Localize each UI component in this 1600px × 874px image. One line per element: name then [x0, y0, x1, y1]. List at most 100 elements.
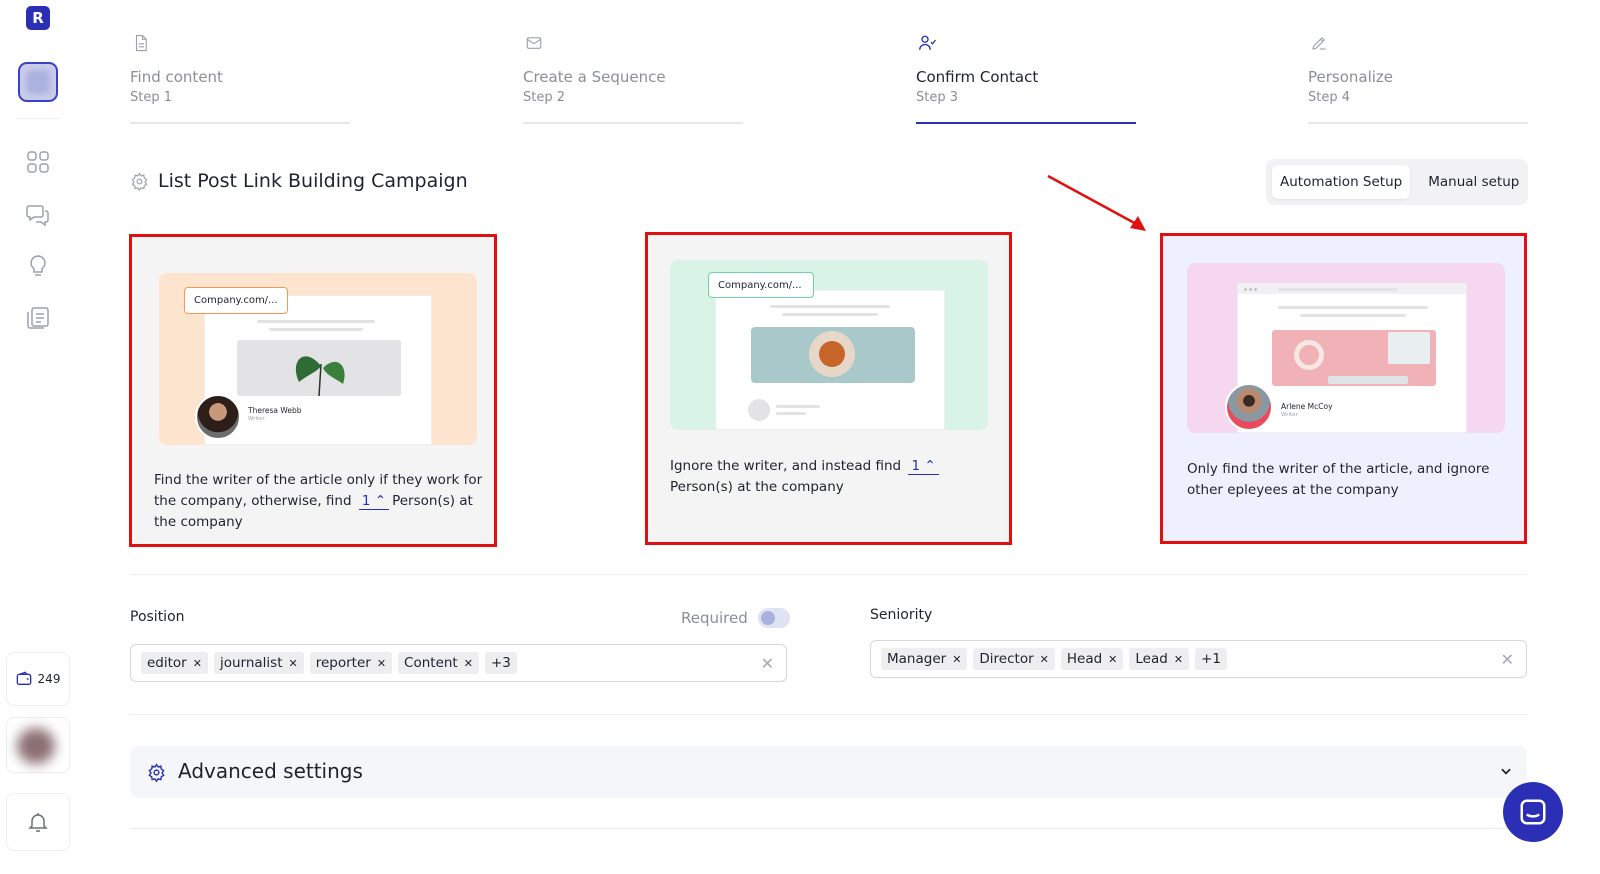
url-chip: Company.com/...	[708, 272, 814, 298]
user-avatar[interactable]	[6, 717, 70, 773]
sidebar-divider	[16, 118, 60, 119]
clear-icon[interactable]: ✕	[1501, 650, 1514, 669]
step-number: Step 4	[1308, 90, 1351, 105]
more-tags-badge[interactable]: +1	[1195, 648, 1227, 670]
remove-tag-icon[interactable]: ✕	[464, 657, 473, 670]
remove-tag-icon[interactable]: ✕	[952, 653, 961, 666]
person-count-stepper[interactable]: 1 ⌃	[908, 458, 939, 475]
position-tag-input[interactable]: editor ✕ journalist ✕ reporter ✕ Content ✕ +…	[130, 644, 787, 682]
position-tag[interactable]: journalist ✕	[213, 652, 304, 674]
person-count: 1	[911, 458, 921, 474]
person-name: Theresa Webb	[248, 406, 302, 415]
plant-icon	[295, 356, 345, 396]
annotation-arrow	[1047, 174, 1146, 231]
section-divider	[130, 714, 1527, 715]
step-confirm-contact[interactable]: Confirm Contact Step 3	[916, 30, 1136, 124]
remove-tag-icon[interactable]: ✕	[377, 657, 386, 670]
seniority-tag[interactable]: Head ✕	[1060, 648, 1124, 670]
chat-bubbles-icon[interactable]	[26, 202, 50, 226]
campaign-title-text: List Post Link Building Campaign	[158, 170, 468, 192]
step-personalize[interactable]: Personalize Step 4	[1308, 30, 1528, 124]
option-card-ignore-writer[interactable]: Company.com/... Ignore the writer, and i…	[645, 232, 1012, 545]
chevron-down-icon[interactable]	[1499, 764, 1513, 778]
manual-setup-button[interactable]: Manual setup	[1420, 165, 1527, 199]
seniority-tag[interactable]: Lead ✕	[1129, 648, 1190, 670]
tag-label: editor	[147, 655, 187, 671]
lightbulb-icon[interactable]	[26, 254, 50, 278]
remove-tag-icon[interactable]: ✕	[1108, 653, 1117, 666]
step-title: Confirm Contact	[916, 68, 1039, 86]
tag-label: Director	[979, 651, 1034, 667]
required-label: Required	[681, 609, 748, 627]
tag-label: reporter	[315, 655, 371, 671]
person-role: Writer	[248, 416, 265, 422]
step-number: Step 1	[130, 90, 173, 105]
credits-count: 249	[37, 672, 61, 686]
seniority-label: Seniority	[870, 607, 933, 623]
position-tag[interactable]: reporter ✕	[309, 652, 393, 674]
gear-icon	[148, 763, 165, 782]
person-role: Writer	[1281, 412, 1298, 418]
tag-label: Lead	[1135, 651, 1168, 667]
person-name: Arlene McCoy	[1281, 402, 1333, 411]
grid-icon[interactable]	[26, 150, 50, 174]
documents-icon[interactable]	[26, 306, 50, 330]
document-icon	[135, 34, 147, 52]
clear-icon[interactable]: ✕	[761, 654, 774, 673]
illustration: Company.com/...	[670, 260, 988, 430]
step-number: Step 2	[523, 90, 566, 105]
illustration: Arlene McCoy Writer	[1187, 263, 1505, 433]
remove-tag-icon[interactable]: ✕	[289, 657, 298, 670]
url-chip: Company.com/...	[184, 287, 288, 314]
advanced-settings-title: Advanced settings	[178, 759, 363, 783]
option-text: Ignore the writer, and instead find	[670, 458, 902, 474]
position-tag[interactable]: editor ✕	[141, 652, 208, 674]
sidebar: R 249	[0, 0, 76, 874]
more-tags-badge[interactable]: +3	[484, 652, 517, 674]
advanced-settings-accordion[interactable]: Advanced settings	[130, 746, 1527, 798]
option-card-writer-or-company[interactable]: Theresa Webb Writer Company.com/... Find…	[129, 234, 497, 547]
step-find-content[interactable]: Find content Step 1	[130, 30, 350, 124]
chat-launcher-button[interactable]	[1503, 782, 1563, 842]
option-card-writer-only[interactable]: Arlene McCoy Writer Only find the writer…	[1160, 233, 1527, 544]
option-text-after: Person(s) at the company	[670, 479, 844, 495]
notifications-button[interactable]	[6, 793, 70, 851]
credits-badge[interactable]: 249	[6, 652, 70, 706]
step-number: Step 3	[916, 90, 959, 105]
option-description: Only find the writer of the article, and…	[1187, 461, 1490, 498]
bell-icon	[28, 813, 48, 832]
section-divider	[130, 574, 1527, 575]
app-logo[interactable]: R	[26, 6, 50, 30]
seniority-tag[interactable]: Director ✕	[973, 648, 1055, 670]
illustration: Theresa Webb Writer Company.com/...	[159, 273, 477, 445]
tag-label: journalist	[219, 655, 283, 671]
option-description: Ignore the writer, and instead find 1 ⌃ P…	[670, 456, 1000, 498]
campaign-title: List Post Link Building Campaign	[130, 170, 468, 192]
step-title: Find content	[130, 68, 223, 86]
person-count-stepper[interactable]: 1 ⌃	[358, 493, 390, 510]
settings-gear-icon	[131, 172, 148, 191]
writer-avatar	[1225, 383, 1273, 431]
section-divider	[130, 828, 1527, 829]
position-tag[interactable]: Content ✕	[398, 652, 479, 674]
pen-icon	[1312, 36, 1326, 50]
remove-tag-icon[interactable]: ✕	[193, 657, 202, 670]
step-title: Personalize	[1308, 68, 1394, 86]
remove-tag-icon[interactable]: ✕	[1040, 653, 1049, 666]
tag-label: Content	[404, 655, 458, 671]
writer-avatar	[195, 394, 241, 440]
required-toggle[interactable]: Required	[681, 608, 790, 628]
step-title: Create a Sequence	[523, 68, 666, 86]
required-switch[interactable]	[757, 608, 790, 628]
remove-tag-icon[interactable]: ✕	[1174, 653, 1183, 666]
user-check-icon	[919, 35, 937, 50]
position-label: Position	[130, 609, 185, 625]
step-create-sequence[interactable]: Create a Sequence Step 2	[523, 30, 743, 124]
automation-setup-button[interactable]: Automation Setup	[1272, 165, 1411, 199]
seniority-tag-input[interactable]: Manager ✕ Director ✕ Head ✕ Lead ✕ +1 ✕	[870, 640, 1527, 678]
tag-label: Manager	[887, 651, 947, 667]
setup-mode-toggle: Automation Setup Manual setup	[1266, 159, 1528, 205]
mail-icon	[526, 37, 542, 49]
workspace-avatar[interactable]	[18, 62, 58, 102]
seniority-tag[interactable]: Manager ✕	[881, 648, 968, 670]
